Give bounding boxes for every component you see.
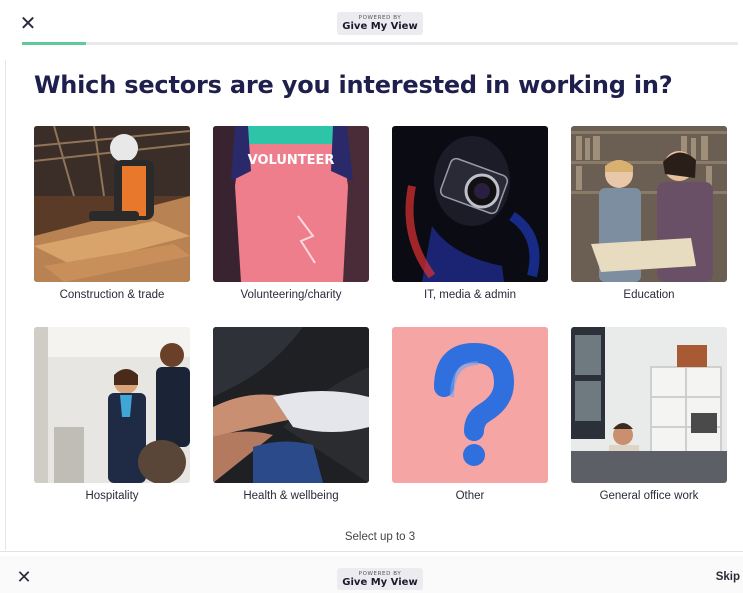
top-bar: ✕ POWERED BY Give My View (0, 0, 743, 46)
question-mark-photo (392, 327, 548, 483)
close-button[interactable]: ✕ (18, 13, 38, 33)
hospitality-photo (34, 327, 190, 483)
footer-divider (0, 551, 743, 552)
skip-button[interactable]: Skip (704, 571, 740, 583)
camera-photo (392, 126, 548, 282)
brand-name: Give My View (342, 21, 418, 32)
sector-label: Health & wellbeing (243, 490, 339, 502)
bottom-bar: ✕ POWERED BY Give My View Skip (0, 556, 743, 593)
shirt-text: VOLUNTEER (248, 153, 335, 168)
sector-label: IT, media & admin (423, 289, 517, 301)
powered-by-badge-footer: POWERED BY Give My View (337, 568, 423, 590)
sector-label: Other (455, 490, 485, 502)
selection-hint: Select up to 3 (344, 531, 416, 543)
close-button-footer[interactable]: ✕ (15, 569, 33, 587)
sector-label: Hospitality (85, 490, 139, 502)
powered-by-badge: POWERED BY Give My View (337, 12, 423, 35)
construction-photo (34, 126, 190, 282)
health-photo (213, 327, 369, 483)
sector-label: Construction & trade (59, 289, 165, 301)
brand-name: Give My View (342, 577, 418, 588)
question-title: Which sectors are you interested in work… (34, 71, 673, 99)
progress-bar (22, 42, 738, 45)
education-photo (571, 126, 727, 282)
volunteer-photo: VOLUNTEER (213, 126, 369, 282)
sector-label: Volunteering/charity (240, 289, 342, 301)
office-photo (571, 327, 727, 483)
progress-fill (22, 42, 87, 45)
sector-label: Education (623, 289, 675, 301)
left-divider (5, 60, 6, 550)
sector-label: General office work (599, 490, 699, 502)
